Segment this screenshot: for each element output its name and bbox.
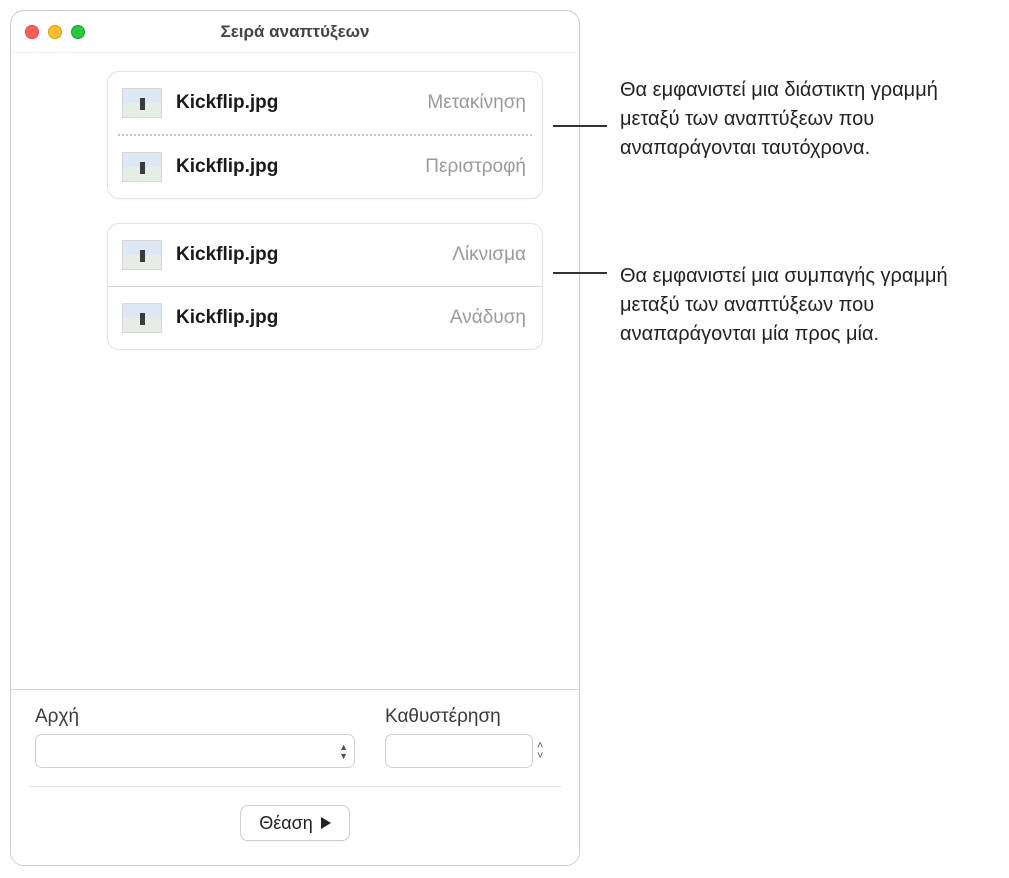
start-control: Αρχή ▲▼ (35, 706, 355, 768)
callout-line (553, 272, 607, 274)
thumbnail-icon (122, 88, 162, 118)
thumbnail-icon (122, 303, 162, 333)
effect-name: Λίκνισμα (452, 244, 526, 266)
stepper-buttons[interactable]: ˄ ˅ (537, 734, 555, 768)
preview-wrap: Θέαση (35, 805, 555, 841)
build-row[interactable]: 3 Kickflip.jpg Λίκνισμα (108, 224, 542, 286)
build-group: 1 Kickflip.jpg Μετακίνηση 2 Kickflip.jpg… (29, 71, 543, 199)
preview-button[interactable]: Θέαση (240, 805, 350, 841)
build-order-window: Σειρά αναπτύξεων 1 Kickflip.jpg Μετακίνη… (10, 10, 580, 866)
build-row[interactable]: 1 Kickflip.jpg Μετακίνηση (108, 72, 542, 134)
chevron-down-icon[interactable]: ˅ (537, 751, 555, 761)
chevron-updown-icon: ▲▼ (339, 743, 348, 760)
build-list: 1 Kickflip.jpg Μετακίνηση 2 Kickflip.jpg… (11, 53, 579, 689)
file-name: Kickflip.jpg (176, 244, 452, 266)
build-group: 3 Kickflip.jpg Λίκνισμα 4 Kickflip.jpg Α… (29, 223, 543, 350)
window-title: Σειρά αναπτύξεων (11, 22, 579, 42)
controls-row: Αρχή ▲▼ Καθυστέρηση ˄ ˅ (35, 706, 555, 768)
callout-line (553, 125, 607, 127)
divider (29, 786, 561, 787)
start-label: Αρχή (35, 706, 355, 728)
build-row[interactable]: 2 Kickflip.jpg Περιστροφή (108, 136, 542, 198)
start-select[interactable]: ▲▼ (35, 734, 355, 768)
play-icon (321, 817, 331, 829)
effect-name: Ανάδυση (450, 307, 526, 329)
file-name: Kickflip.jpg (176, 156, 425, 178)
thumbnail-icon (122, 152, 162, 182)
build-card: 1 Kickflip.jpg Μετακίνηση 2 Kickflip.jpg… (107, 71, 543, 199)
file-name: Kickflip.jpg (176, 307, 450, 329)
thumbnail-icon (122, 240, 162, 270)
delay-control: Καθυστέρηση ˄ ˅ (385, 706, 555, 768)
effect-name: Μετακίνηση (427, 92, 526, 114)
build-card: 3 Kickflip.jpg Λίκνισμα 4 Kickflip.jpg Α… (107, 223, 543, 350)
titlebar: Σειρά αναπτύξεων (11, 11, 579, 53)
delay-stepper: ˄ ˅ (385, 734, 555, 768)
file-name: Kickflip.jpg (176, 92, 427, 114)
preview-label: Θέαση (259, 813, 313, 834)
bottom-panel: Αρχή ▲▼ Καθυστέρηση ˄ ˅ Θέαση (11, 689, 579, 865)
delay-input[interactable] (385, 734, 533, 768)
effect-name: Περιστροφή (425, 156, 526, 178)
delay-label: Καθυστέρηση (385, 706, 555, 728)
build-row[interactable]: 4 Kickflip.jpg Ανάδυση (108, 287, 542, 349)
callout-text: Θα εμφανιστεί μια συμπαγής γραμμή μεταξύ… (620, 262, 980, 349)
callout-text: Θα εμφανιστεί μια διάστικτη γραμμή μεταξ… (620, 76, 980, 163)
